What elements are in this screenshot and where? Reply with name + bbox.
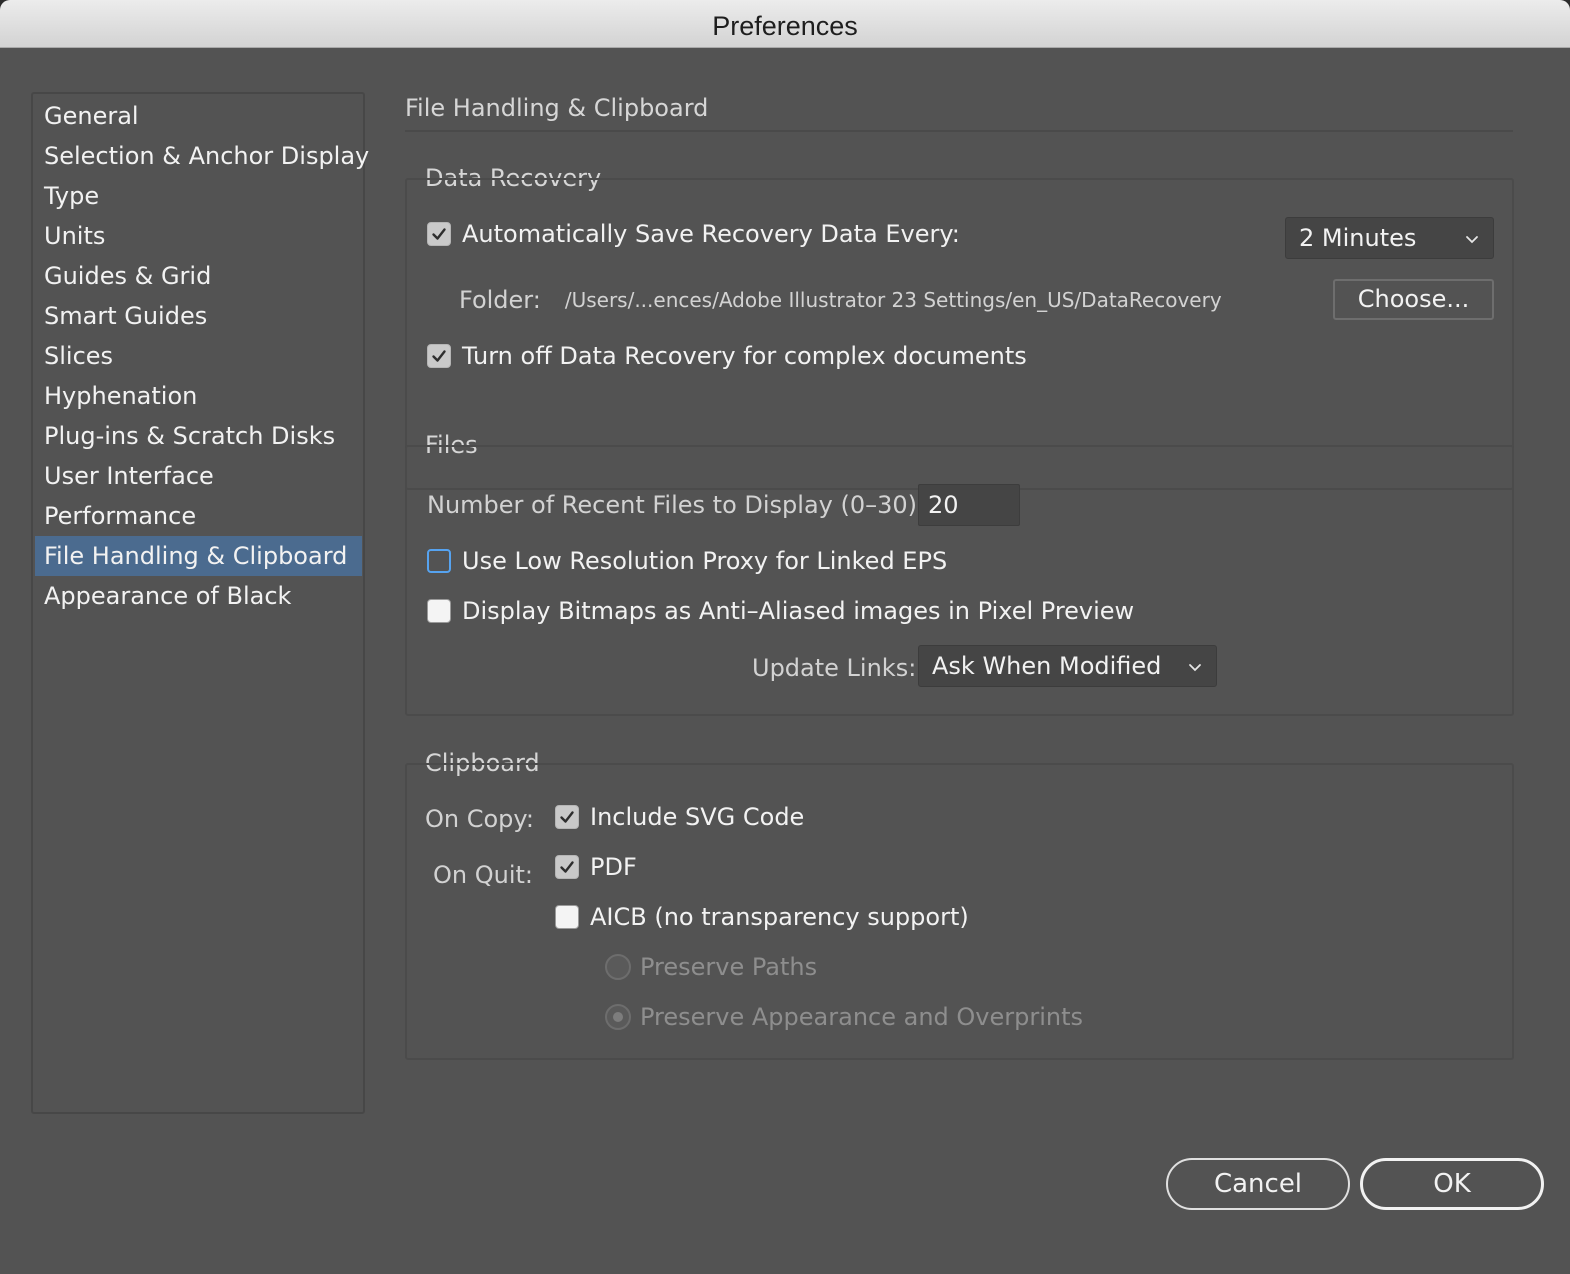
sidebar-item-hyphenation[interactable]: Hyphenation — [35, 376, 362, 416]
data-recovery-group: Automatically Save Recovery Data Every: … — [405, 178, 1514, 490]
window-title: Preferences — [0, 0, 1570, 48]
update-links-row: Update Links: — [752, 654, 916, 682]
checkmark-icon — [432, 350, 446, 362]
sidebar-item-selection-anchor-display[interactable]: Selection & Anchor Display — [35, 136, 369, 176]
clipboard-group: On Copy: Include SVG Code On Quit: PDF A… — [405, 763, 1514, 1060]
sidebar-item-general[interactable]: General — [35, 96, 362, 136]
checkmark-icon — [432, 228, 446, 240]
on-quit-row: On Quit: — [433, 861, 533, 889]
auto-save-row: Automatically Save Recovery Data Every: — [427, 220, 960, 248]
low-res-proxy-label: Use Low Resolution Proxy for Linked EPS — [462, 547, 948, 575]
chevron-down-icon — [1466, 236, 1478, 244]
turn-off-recovery-label: Turn off Data Recovery for complex docum… — [462, 342, 1027, 370]
folder-path: /Users/...ences/Adobe Illustrator 23 Set… — [564, 288, 1222, 312]
sidebar-item-type[interactable]: Type — [35, 176, 362, 216]
preferences-content: File Handling & Clipboard Data Recovery … — [405, 92, 1515, 1092]
recent-files-input[interactable]: 20 — [918, 484, 1020, 526]
include-svg-row: Include SVG Code — [555, 803, 804, 831]
page-title: File Handling & Clipboard — [405, 94, 709, 122]
sidebar-item-plugins-scratch-disks[interactable]: Plug-ins & Scratch Disks — [35, 416, 362, 456]
on-copy-label: On Copy: — [425, 805, 534, 833]
on-quit-label: On Quit: — [433, 861, 533, 889]
folder-row: Folder: /Users/...ences/Adobe Illustrato… — [459, 286, 1222, 314]
sidebar-item-smart-guides[interactable]: Smart Guides — [35, 296, 362, 336]
preferences-dialog: Preferences General Selection & Anchor D… — [0, 0, 1570, 1274]
sidebar-item-guides-grid[interactable]: Guides & Grid — [35, 256, 362, 296]
files-group: Number of Recent Files to Display (0–30)… — [405, 445, 1514, 716]
recent-files-row: Number of Recent Files to Display (0–30)… — [427, 491, 925, 519]
turn-off-recovery-checkbox[interactable] — [427, 344, 451, 368]
update-links-value: Ask When Modified — [932, 652, 1162, 680]
recovery-interval-select[interactable]: 2 Minutes — [1285, 217, 1494, 259]
auto-save-checkbox[interactable] — [427, 222, 451, 246]
sidebar-item-slices[interactable]: Slices — [35, 336, 362, 376]
aicb-checkbox[interactable] — [555, 905, 579, 929]
preserve-appearance-label: Preserve Appearance and Overprints — [640, 1003, 1084, 1031]
sidebar-item-units[interactable]: Units — [35, 216, 362, 256]
low-res-row: Use Low Resolution Proxy for Linked EPS — [427, 547, 947, 575]
preferences-sidebar: General Selection & Anchor Display Type … — [31, 92, 369, 1114]
sidebar-item-file-handling-clipboard[interactable]: File Handling & Clipboard — [35, 536, 362, 576]
preserve-appearance-radio[interactable] — [605, 1004, 631, 1030]
title-divider — [405, 130, 1513, 132]
sidebar-item-performance[interactable]: Performance — [35, 496, 362, 536]
recent-files-label: Number of Recent Files to Display (0–30)… — [427, 491, 926, 519]
auto-save-label: Automatically Save Recovery Data Every: — [462, 220, 960, 248]
preserve-paths-radio[interactable] — [605, 954, 631, 980]
preserve-appearance-row: Preserve Appearance and Overprints — [605, 1003, 1083, 1031]
recovery-interval-value: 2 Minutes — [1299, 224, 1417, 252]
chevron-down-icon — [1189, 664, 1201, 672]
ok-button[interactable]: OK — [1360, 1158, 1544, 1210]
choose-folder-button[interactable]: Choose... — [1333, 279, 1494, 320]
folder-label: Folder: — [459, 286, 541, 314]
preserve-paths-row: Preserve Paths — [605, 953, 817, 981]
anti-alias-row: Display Bitmaps as Anti–Aliased images i… — [427, 597, 1134, 625]
sidebar-item-user-interface[interactable]: User Interface — [35, 456, 362, 496]
anti-alias-label: Display Bitmaps as Anti–Aliased images i… — [462, 597, 1135, 625]
sidebar-item-appearance-of-black[interactable]: Appearance of Black — [35, 576, 362, 616]
include-svg-checkbox[interactable] — [555, 805, 579, 829]
update-links-select[interactable]: Ask When Modified — [918, 645, 1217, 687]
update-links-label: Update Links: — [752, 654, 917, 682]
pdf-label: PDF — [590, 853, 637, 881]
preserve-paths-label: Preserve Paths — [640, 953, 818, 981]
on-copy-row: On Copy: — [425, 805, 534, 833]
checkmark-icon — [560, 811, 574, 823]
pdf-checkbox[interactable] — [555, 855, 579, 879]
checkmark-icon — [560, 861, 574, 873]
pdf-row: PDF — [555, 853, 637, 881]
anti-alias-checkbox[interactable] — [427, 599, 451, 623]
turn-off-row: Turn off Data Recovery for complex docum… — [427, 342, 1027, 370]
include-svg-label: Include SVG Code — [590, 803, 805, 831]
low-res-proxy-checkbox[interactable] — [427, 549, 451, 573]
cancel-button[interactable]: Cancel — [1166, 1158, 1350, 1210]
aicb-label: AICB (no transparency support) — [590, 903, 969, 931]
aicb-row: AICB (no transparency support) — [555, 903, 969, 931]
